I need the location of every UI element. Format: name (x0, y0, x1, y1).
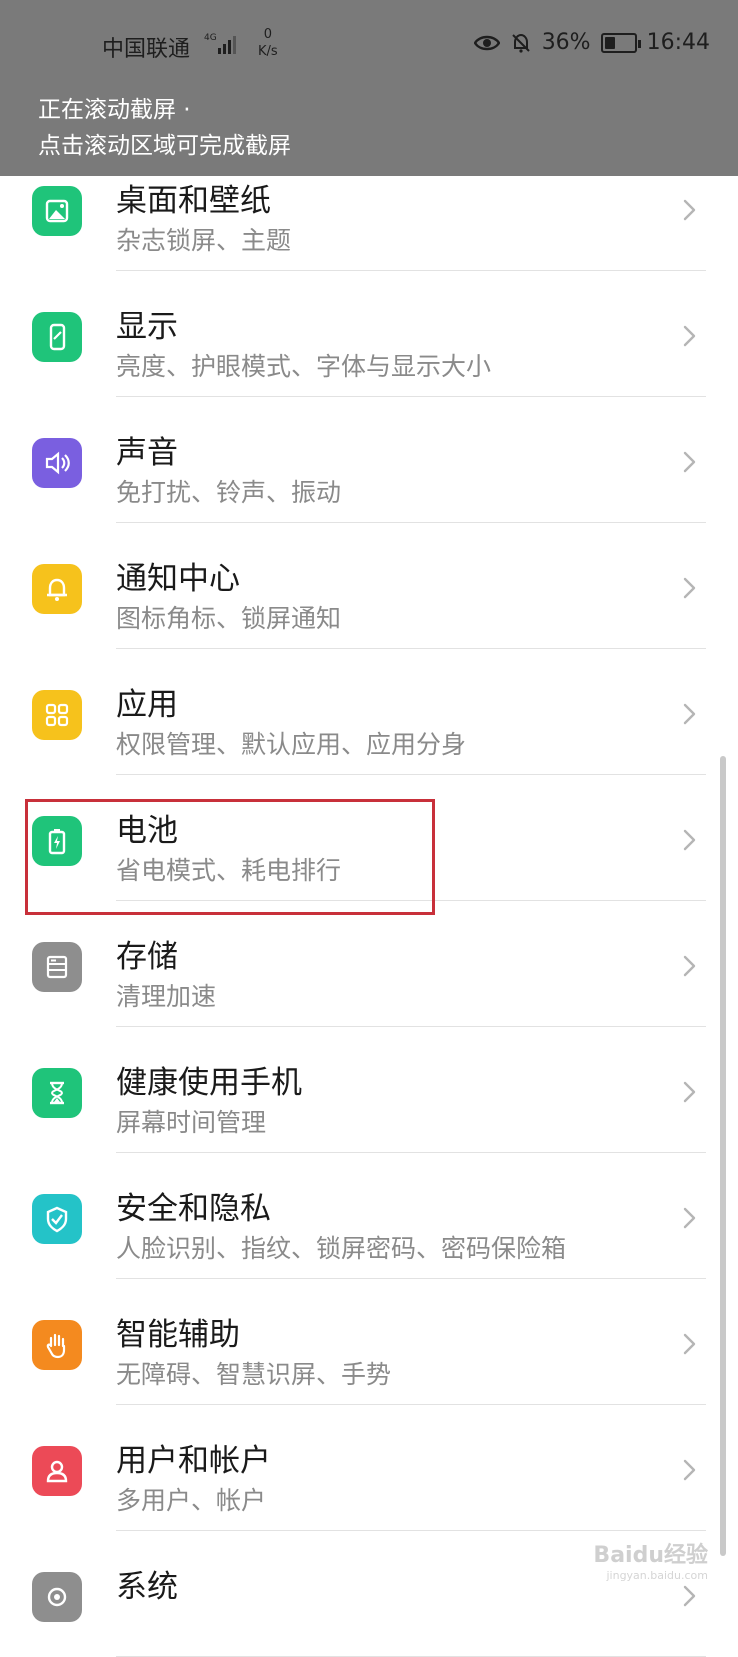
settings-item-title: 显示 (116, 309, 178, 345)
clock: 16:44 (646, 30, 710, 55)
chevron-right-icon (683, 703, 696, 725)
settings-item-shield[interactable]: 安全和隐私人脸识别、指纹、锁屏密码、密码保险箱 (0, 1153, 738, 1279)
settings-item-user[interactable]: 用户和帐户多用户、帐户 (0, 1405, 738, 1531)
chevron-right-icon (683, 451, 696, 473)
eye-comfort-icon (473, 35, 500, 50)
scroll-hint: 正在滚动截屏 · 点击滚动区域可完成截屏 (38, 92, 291, 164)
settings-item-speaker[interactable]: 声音免打扰、铃声、振动 (0, 397, 738, 523)
speed-value: 0 (263, 27, 272, 42)
hourglass-icon (32, 1068, 82, 1118)
settings-item-title: 通知中心 (116, 561, 240, 597)
settings-item-title: 声音 (116, 435, 178, 471)
settings-item-subtitle: 清理加速 (116, 982, 217, 1011)
storage-icon (32, 942, 82, 992)
settings-item-subtitle: 人脸识别、指纹、锁屏密码、密码保险箱 (116, 1234, 567, 1263)
carrier-label: 中国联通 (102, 37, 191, 62)
network-speed: 0 K/s (258, 26, 278, 60)
chevron-right-icon (683, 1333, 696, 1355)
chevron-right-icon (683, 955, 696, 977)
settings-item-apps-grid[interactable]: 应用权限管理、默认应用、应用分身 (0, 649, 738, 775)
wallpaper-icon (32, 186, 82, 236)
hand-icon (32, 1320, 82, 1370)
highlight-box (25, 799, 435, 915)
watermark-site: jingyan.baidu.com (606, 1569, 708, 1582)
apps-grid-icon (32, 690, 82, 740)
user-icon (32, 1446, 82, 1496)
speed-unit: K/s (258, 44, 278, 59)
status-bar: 中国联通 4G 0 K/s 36% 16:44 (0, 0, 738, 80)
chevron-right-icon (683, 829, 696, 851)
settings-item-title: 桌面和壁纸 (116, 183, 271, 219)
settings-item-subtitle: 权限管理、默认应用、应用分身 (116, 730, 467, 759)
battery-percent: 36% (541, 30, 591, 55)
shield-icon (32, 1194, 82, 1244)
chevron-right-icon (683, 1459, 696, 1481)
chevron-right-icon (683, 577, 696, 599)
scroll-hint-line1: 正在滚动截屏 · (38, 97, 191, 123)
settings-item-title: 用户和帐户 (116, 1443, 271, 1479)
settings-item-subtitle: 多用户、帐户 (116, 1486, 267, 1515)
settings-item-title: 健康使用手机 (116, 1065, 302, 1101)
settings-item-storage[interactable]: 存储 清理加速 (0, 901, 738, 1027)
bell-icon (32, 564, 82, 614)
scroll-hint-line2: 点击滚动区域可完成截屏 (38, 133, 291, 159)
settings-item-subtitle: 免打扰、铃声、振动 (116, 478, 342, 507)
status-right: 36% 16:44 (473, 30, 710, 55)
settings-item-subtitle: 杂志锁屏、主题 (116, 226, 292, 255)
settings-item-hand[interactable]: 智能辅助无障碍、智慧识屏、手势 (0, 1279, 738, 1405)
speaker-icon (32, 438, 82, 488)
settings-item-title: 智能辅助 (116, 1317, 240, 1353)
scroll-screenshot-overlay[interactable]: 中国联通 4G 0 K/s 36% 16:44 正在滚动截屏 · 点击滚动区域可… (0, 0, 738, 176)
settings-item-title: 安全和隐私 (116, 1191, 271, 1227)
watermark: Baidu经验 jingyan.baidu.com (593, 1537, 708, 1582)
chevron-right-icon (683, 1207, 696, 1229)
display-icon (32, 312, 82, 362)
scrollbar[interactable] (720, 756, 726, 1556)
chevron-right-icon (683, 1081, 696, 1103)
settings-item-title: 应用 (116, 687, 178, 723)
chevron-right-icon (683, 325, 696, 347)
battery-status-icon (600, 32, 641, 53)
signal-icon: 4G (204, 33, 236, 54)
settings-item-subtitle: 无障碍、智慧识屏、手势 (116, 1360, 392, 1389)
settings-item-bell[interactable]: 通知中心图标角标、锁屏通知 (0, 523, 738, 649)
chevron-right-icon (683, 1585, 696, 1607)
settings-item-subtitle: 屏幕时间管理 (116, 1108, 267, 1137)
chevron-right-icon (683, 199, 696, 221)
settings-item-display[interactable]: 显示亮度、护眼模式、字体与显示大小 (0, 271, 738, 397)
settings-item-title: 存储 (116, 939, 178, 975)
watermark-brand: Baidu经验 (593, 1543, 708, 1568)
settings-item-subtitle: 图标角标、锁屏通知 (116, 604, 342, 633)
bell-muted-icon (511, 33, 530, 53)
settings-item-subtitle: 亮度、护眼模式、字体与显示大小 (116, 352, 492, 381)
settings-item-title: 系统 (116, 1569, 178, 1605)
network-type: 4G (204, 33, 217, 43)
system-icon (32, 1572, 82, 1622)
settings-item-hourglass[interactable]: 健康使用手机屏幕时间管理 (0, 1027, 738, 1153)
